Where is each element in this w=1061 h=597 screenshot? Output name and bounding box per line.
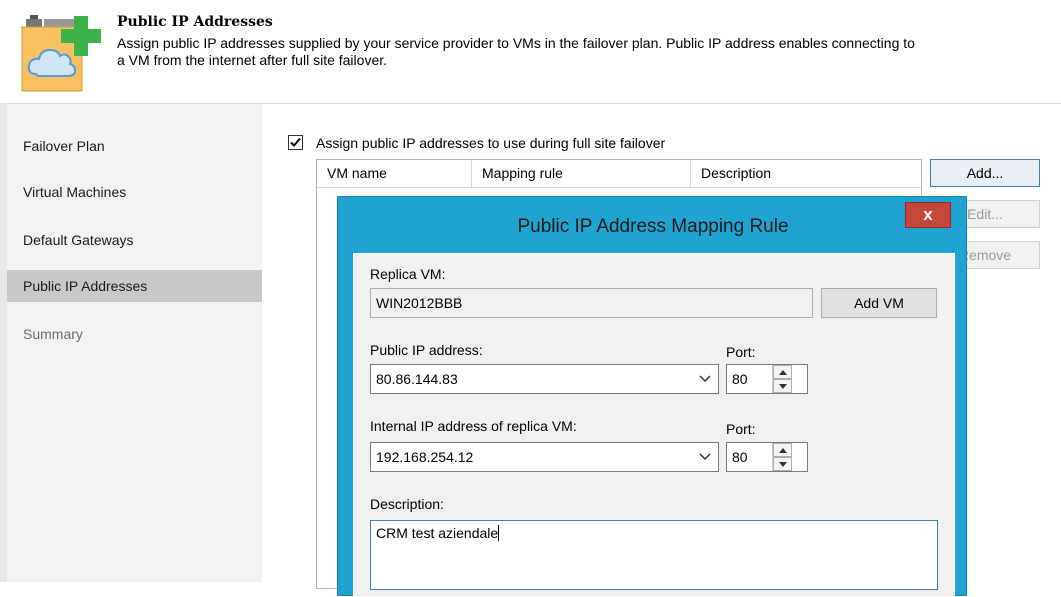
internal-ip-label: Internal IP address of replica VM: <box>370 418 577 434</box>
checkmark-icon <box>290 137 301 147</box>
table-header: VM name Mapping rule Description <box>317 160 921 188</box>
assign-ip-checkbox-label: Assign public IP addresses to use during… <box>316 135 666 151</box>
dialog-title: Public IP Address Mapping Rule <box>517 216 789 237</box>
internal-port-value: 80 <box>732 449 748 465</box>
add-vm-button[interactable]: Add VM <box>821 288 937 318</box>
replica-vm-field[interactable]: WIN2012BBB <box>370 288 813 318</box>
sidebar-item-virtual-machines[interactable]: Virtual Machines <box>7 176 262 208</box>
page-title: Public IP Addresses <box>117 14 273 30</box>
text-caret <box>498 525 500 541</box>
column-mapping-rule[interactable]: Mapping rule <box>472 160 691 187</box>
chevron-down-icon <box>699 453 711 461</box>
description-line-2: a VM from the internet after full site f… <box>117 52 388 68</box>
description-value: CRM test aziendale <box>376 525 499 541</box>
wizard-steps-sidebar: Failover Plan Virtual Machines Default G… <box>7 104 262 582</box>
internal-ip-value: 192.168.254.12 <box>376 449 474 465</box>
description-label: Description: <box>370 496 444 512</box>
chevron-down-icon <box>699 375 711 383</box>
spin-up-icon[interactable] <box>773 365 792 379</box>
internal-port-label: Port: <box>726 421 756 437</box>
wizard-header: Public IP Addresses Assign public IP add… <box>0 0 1061 103</box>
replica-vm-label: Replica VM: <box>370 266 446 282</box>
column-description[interactable]: Description <box>691 160 921 187</box>
sidebar-item-public-ip-addresses[interactable]: Public IP Addresses <box>7 270 262 302</box>
public-ip-value: 80.86.144.83 <box>376 371 458 387</box>
public-port-spin-buttons[interactable] <box>772 365 792 393</box>
description-line-1: Assign public IP addresses supplied by y… <box>117 35 915 51</box>
internal-port-spin-buttons[interactable] <box>772 443 792 471</box>
internal-ip-dropdown[interactable]: 192.168.254.12 <box>370 442 719 472</box>
internal-port-stepper[interactable]: 80 <box>726 442 808 472</box>
mapping-rule-dialog: Public IP Address Mapping Rule x Replica… <box>337 196 967 597</box>
sidebar-item-summary[interactable]: Summary <box>7 318 262 350</box>
sidebar-item-failover-plan[interactable]: Failover Plan <box>7 130 262 162</box>
public-port-value: 80 <box>732 371 748 387</box>
close-button[interactable]: x <box>905 202 951 228</box>
public-ip-dropdown[interactable]: 80.86.144.83 <box>370 364 719 394</box>
spin-up-icon[interactable] <box>773 443 792 457</box>
assign-ip-checkbox[interactable] <box>288 135 303 150</box>
public-ip-cloud-icon <box>18 10 108 94</box>
add-button[interactable]: Add... <box>930 159 1040 187</box>
page-description: Assign public IP addresses supplied by y… <box>117 35 1061 69</box>
public-port-label: Port: <box>726 344 756 360</box>
public-ip-label: Public IP address: <box>370 342 483 358</box>
sidebar-item-default-gateways[interactable]: Default Gateways <box>7 224 262 256</box>
spin-down-icon[interactable] <box>773 457 792 471</box>
column-vm-name[interactable]: VM name <box>317 160 472 187</box>
dialog-body: Replica VM: WIN2012BBB Add VM Public IP … <box>353 253 955 597</box>
description-textarea[interactable]: CRM test aziendale <box>370 520 938 590</box>
public-port-stepper[interactable]: 80 <box>726 364 808 394</box>
spin-down-icon[interactable] <box>773 379 792 393</box>
